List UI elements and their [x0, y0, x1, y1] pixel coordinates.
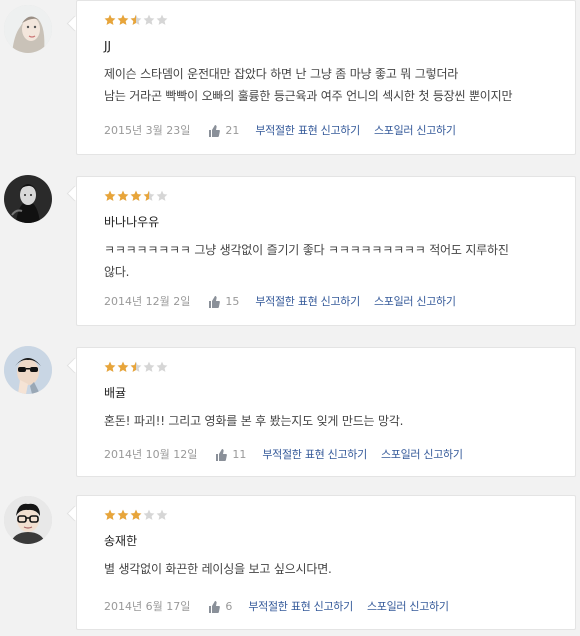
man-portrait-icon[interactable] — [4, 175, 52, 223]
review-card: 송재한 별 생각없이 화끈한 레이싱을 보고 싶으시다면. 2014년 6월 1… — [76, 495, 576, 630]
like-button[interactable]: 15 — [208, 295, 239, 309]
thumbs-up-icon — [209, 296, 221, 308]
star-rating — [104, 14, 559, 28]
star-rating — [104, 190, 559, 204]
review-meta: 2014년 10월 12일 11 부적절한 표현 신고하기 스포일러 신고하기 — [104, 448, 463, 462]
review-text: ㅋㅋㅋㅋㅋㅋㅋㅋ 그냥 생각없이 즐기기 좋다 ㅋㅋㅋㅋㅋㅋㅋㅋㅋ 적어도 지루… — [104, 239, 559, 283]
glasses-person-icon[interactable] — [4, 496, 52, 544]
like-count: 21 — [225, 124, 240, 137]
star-full-icon — [104, 190, 116, 202]
review-text: 혼돈! 파괴!! 그리고 영화를 본 후 봤는지도 잊게 만드는 망각. — [104, 410, 559, 432]
review-text-line: ㅋㅋㅋㅋㅋㅋㅋㅋ 그냥 생각없이 즐기기 좋다 ㅋㅋㅋㅋㅋㅋㅋㅋㅋ 적어도 지루… — [104, 243, 509, 257]
like-button[interactable]: 6 — [208, 600, 232, 614]
reviewer-name: 배귤 — [104, 386, 127, 400]
star-empty-icon — [156, 509, 168, 521]
sunglasses-person-icon[interactable] — [4, 346, 52, 394]
star-full-icon — [117, 509, 129, 521]
star-empty-icon — [143, 509, 155, 521]
star-full-icon — [117, 14, 129, 26]
report-inappropriate-link[interactable]: 부적절한 표현 신고하기 — [255, 124, 360, 138]
report-spoiler-link[interactable]: 스포일러 신고하기 — [374, 124, 456, 138]
star-empty-icon — [143, 361, 155, 373]
report-spoiler-link[interactable]: 스포일러 신고하기 — [367, 600, 449, 614]
report-spoiler-link[interactable]: 스포일러 신고하기 — [374, 295, 456, 309]
review-meta: 2015년 3월 23일 21 부적절한 표현 신고하기 스포일러 신고하기 — [104, 124, 456, 138]
like-count: 15 — [225, 295, 240, 308]
thumbs-up-icon — [209, 601, 221, 613]
review-text-line: 별 생각없이 화끈한 레이싱을 보고 싶으시다면. — [104, 562, 332, 576]
star-empty-icon — [156, 190, 168, 202]
thumbs-up-icon — [209, 125, 221, 137]
review-text: 제이슨 스타뎀이 운전대만 잡았다 하면 난 그냥 좀 마냥 좋고 뭐 그렇더라… — [104, 63, 559, 107]
review-text-line: 혼돈! 파괴!! 그리고 영화를 본 후 봤는지도 잊게 만드는 망각. — [104, 414, 404, 428]
star-half-icon — [143, 190, 155, 202]
review-date: 2014년 6월 17일 — [104, 600, 191, 613]
reviewer-name: JJ — [104, 39, 112, 53]
review-date: 2014년 12월 2일 — [104, 295, 191, 308]
star-full-icon — [130, 190, 142, 202]
review-text-line: 남는 거라곤 빡빡이 오빠의 훌륭한 등근육과 여주 언니의 섹시한 첫 등장씬… — [104, 89, 513, 103]
thumbs-up-icon — [216, 449, 228, 461]
star-rating — [104, 361, 559, 375]
like-button[interactable]: 21 — [208, 124, 239, 138]
review-text: 별 생각없이 화끈한 레이싱을 보고 싶으시다면. — [104, 558, 559, 580]
reviewer-name: 송재한 — [104, 534, 138, 548]
star-full-icon — [117, 190, 129, 202]
review-card: 배귤 혼돈! 파괴!! 그리고 영화를 본 후 봤는지도 잊게 만드는 망각. … — [76, 347, 576, 477]
star-rating — [104, 509, 559, 523]
review-meta: 2014년 12월 2일 15 부적절한 표현 신고하기 스포일러 신고하기 — [104, 295, 456, 309]
review-date: 2015년 3월 23일 — [104, 124, 191, 137]
report-inappropriate-link[interactable]: 부적절한 표현 신고하기 — [262, 448, 367, 462]
star-half-icon — [130, 14, 142, 26]
star-half-icon — [130, 361, 142, 373]
review-meta: 2014년 6월 17일 6 부적절한 표현 신고하기 스포일러 신고하기 — [104, 600, 449, 614]
woman-portrait-icon[interactable] — [4, 5, 52, 53]
star-empty-icon — [156, 361, 168, 373]
report-spoiler-link[interactable]: 스포일러 신고하기 — [381, 448, 463, 462]
star-full-icon — [130, 509, 142, 521]
like-count: 6 — [225, 600, 233, 613]
review-card: 바나나우유 ㅋㅋㅋㅋㅋㅋㅋㅋ 그냥 생각없이 즐기기 좋다 ㅋㅋㅋㅋㅋㅋㅋㅋㅋ … — [76, 176, 576, 326]
star-full-icon — [117, 361, 129, 373]
review-card: JJ 제이슨 스타뎀이 운전대만 잡았다 하면 난 그냥 좀 마냥 좋고 뭐 그… — [76, 0, 576, 155]
like-count: 11 — [232, 448, 247, 461]
report-inappropriate-link[interactable]: 부적절한 표현 신고하기 — [248, 600, 353, 614]
star-empty-icon — [156, 14, 168, 26]
review-date: 2014년 10월 12일 — [104, 448, 198, 461]
star-full-icon — [104, 14, 116, 26]
star-full-icon — [104, 509, 116, 521]
reviewer-name: 바나나우유 — [104, 215, 160, 229]
like-button[interactable]: 11 — [215, 448, 246, 462]
report-inappropriate-link[interactable]: 부적절한 표현 신고하기 — [255, 295, 360, 309]
star-empty-icon — [143, 14, 155, 26]
star-full-icon — [104, 361, 116, 373]
review-text-line: 제이슨 스타뎀이 운전대만 잡았다 하면 난 그냥 좀 마냥 좋고 뭐 그렇더라 — [104, 67, 459, 81]
review-text-line: 않다. — [104, 265, 130, 279]
